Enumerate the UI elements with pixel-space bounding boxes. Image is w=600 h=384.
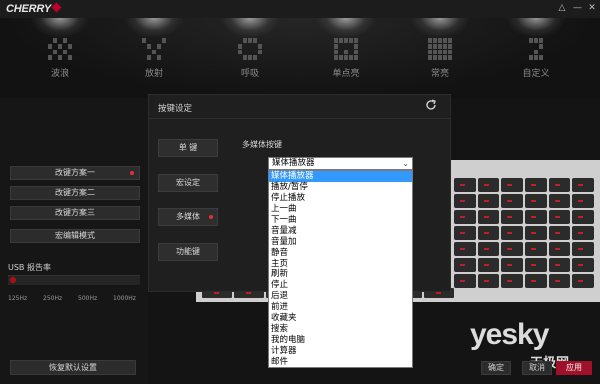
mode-breathing[interactable]: 呼吸 bbox=[220, 38, 280, 79]
dropdown-option[interactable]: 停止播放 bbox=[269, 193, 412, 204]
chevron-down-icon: ⌄ bbox=[402, 159, 409, 168]
close-icon[interactable]: ✕ bbox=[588, 3, 596, 13]
tab-label: 多媒体 bbox=[176, 212, 200, 221]
reset-defaults-button[interactable]: 恢复默认设置 bbox=[10, 360, 136, 375]
window-controls: △ — ✕ bbox=[558, 3, 596, 13]
ok-button[interactable]: 确定 bbox=[481, 361, 511, 375]
mode-radiate[interactable]: 放射 bbox=[124, 38, 184, 79]
skin-icon[interactable]: △ bbox=[558, 3, 566, 13]
minimize-icon[interactable]: — bbox=[573, 3, 582, 13]
usb-rate-slider[interactable] bbox=[8, 275, 140, 285]
tab-label: 单 键 bbox=[178, 143, 198, 152]
scheme-label: 改键方案一 bbox=[55, 168, 95, 177]
dropdown-option[interactable]: 后退 bbox=[269, 291, 412, 302]
mode-label: 自定义 bbox=[522, 69, 550, 79]
dropdown-option[interactable]: 播放/暂停 bbox=[269, 182, 412, 193]
tab-label: 功能键 bbox=[176, 247, 200, 256]
scheme-label: 宏编辑模式 bbox=[55, 231, 95, 240]
dropdown-option[interactable]: 刷新 bbox=[269, 269, 412, 280]
refresh-icon[interactable] bbox=[424, 98, 438, 112]
mode-label: 单点亮 bbox=[332, 69, 360, 79]
dropdown-option[interactable]: 收藏夹 bbox=[269, 313, 412, 324]
custom-mode-icon bbox=[524, 38, 548, 60]
dropdown-option[interactable]: 静音 bbox=[269, 248, 412, 259]
usb-rate-label: 125Hz bbox=[8, 295, 28, 302]
dropdown-option[interactable]: 前进 bbox=[269, 302, 412, 313]
tab-single-key[interactable]: 单 键 bbox=[158, 139, 218, 157]
multimedia-options-list: 媒体播放器 播放/暂停 停止播放 上一曲 下一曲 音量减 音量加 静音 主页 刷新 停止 后退 前进 收藏… bbox=[268, 170, 413, 368]
dropdown-option[interactable]: 停止 bbox=[269, 280, 412, 291]
select-value: 媒体播放器 bbox=[272, 158, 315, 168]
title-bar: CHERRY △ — ✕ bbox=[0, 0, 600, 18]
dropdown-option[interactable]: 上一曲 bbox=[269, 204, 412, 215]
dropdown-option[interactable]: 计算器 bbox=[269, 346, 412, 357]
mode-custom[interactable]: 自定义 bbox=[506, 38, 566, 79]
usb-rate-label: 250Hz bbox=[43, 295, 63, 302]
dropdown-option[interactable]: 我的电脑 bbox=[269, 335, 412, 346]
dropdown-option[interactable]: 音量减 bbox=[269, 226, 412, 237]
single-key-mode-icon bbox=[334, 38, 358, 60]
usb-report-rate-title: USB 报告率 bbox=[8, 263, 51, 272]
watermark-main-text: yesky bbox=[470, 318, 549, 351]
cherry-logo: CHERRY bbox=[6, 2, 62, 15]
dropdown-option[interactable]: 邮件 bbox=[269, 357, 412, 368]
breathing-mode-icon bbox=[238, 38, 262, 60]
usb-rate-label: 1000Hz bbox=[113, 295, 136, 302]
active-indicator-icon bbox=[130, 171, 134, 175]
tab-label: 宏设定 bbox=[176, 178, 200, 187]
usb-rate-slider-knob[interactable] bbox=[10, 277, 16, 283]
logo-diamond-icon bbox=[51, 2, 62, 13]
multimedia-section-label: 多媒体按键 bbox=[242, 140, 282, 149]
usb-rate-labels: 125Hz 250Hz 500Hz 1000Hz bbox=[8, 295, 148, 302]
multimedia-select[interactable]: 媒体播放器 ⌄ bbox=[268, 157, 413, 170]
cancel-button[interactable]: 取消 bbox=[522, 361, 552, 375]
mode-label: 常亮 bbox=[430, 69, 449, 79]
scheme-label: 改键方案三 bbox=[55, 208, 95, 217]
dropdown-option[interactable]: 主页 bbox=[269, 259, 412, 270]
mode-label: 放射 bbox=[144, 69, 163, 79]
dropdown-option[interactable]: 搜索 bbox=[269, 324, 412, 335]
active-indicator-icon bbox=[209, 215, 213, 219]
tab-macro[interactable]: 宏设定 bbox=[158, 174, 218, 192]
dialog-title: 按键设定 bbox=[158, 104, 193, 114]
static-mode-icon bbox=[428, 38, 452, 60]
wave-mode-icon bbox=[48, 38, 72, 60]
scheme-button-3[interactable]: 改键方案三 bbox=[10, 206, 140, 220]
tab-multimedia[interactable]: 多媒体 bbox=[158, 208, 218, 226]
mode-wave[interactable]: 波浪 bbox=[30, 38, 90, 79]
left-panel: 改键方案一 改键方案二 改键方案三 宏编辑模式 bbox=[0, 98, 148, 384]
dropdown-option[interactable]: 媒体播放器 bbox=[269, 171, 412, 182]
tab-function-key[interactable]: 功能键 bbox=[158, 243, 218, 261]
dropdown-option[interactable]: 下一曲 bbox=[269, 215, 412, 226]
macro-edit-button[interactable]: 宏编辑模式 bbox=[10, 229, 140, 243]
mode-label: 呼吸 bbox=[240, 69, 259, 79]
mode-static[interactable]: 常亮 bbox=[410, 38, 470, 79]
scheme-button-1[interactable]: 改键方案一 bbox=[10, 166, 140, 180]
radiate-mode-icon bbox=[142, 38, 166, 60]
dropdown-option[interactable]: 音量加 bbox=[269, 237, 412, 248]
app-window: CHERRY △ — ✕ 波浪 放射 呼吸 单点亮 常亮 自定义 改键方案一 改… bbox=[0, 0, 600, 384]
usb-rate-label: 500Hz bbox=[78, 295, 98, 302]
mode-label: 波浪 bbox=[50, 69, 69, 79]
apply-button[interactable]: 应用 bbox=[556, 361, 592, 375]
mode-single-key[interactable]: 单点亮 bbox=[316, 38, 376, 79]
scheme-button-2[interactable]: 改键方案二 bbox=[10, 186, 140, 200]
lighting-mode-bar: 波浪 放射 呼吸 单点亮 常亮 自定义 bbox=[0, 18, 600, 98]
scheme-label: 改键方案二 bbox=[55, 188, 95, 197]
dialog-divider bbox=[149, 118, 450, 119]
logo-text: CHERRY bbox=[6, 3, 52, 15]
keyboard-keys bbox=[454, 178, 594, 296]
